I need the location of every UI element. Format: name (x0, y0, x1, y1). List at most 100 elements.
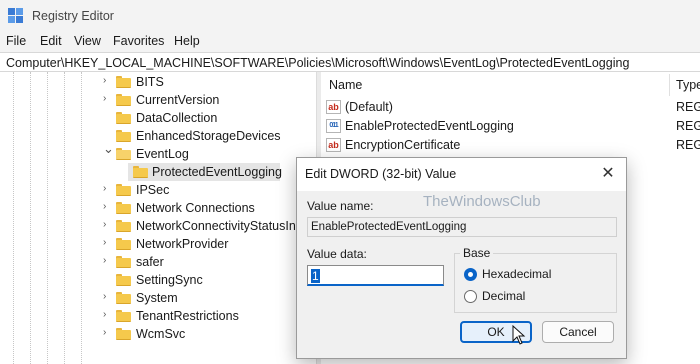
chevron-right-icon[interactable]: › (103, 310, 111, 320)
chevron-right-icon[interactable]: › (103, 184, 111, 194)
menu-help[interactable]: Help (174, 34, 200, 48)
column-header-type[interactable]: Type (676, 78, 700, 92)
chevron-right-icon[interactable]: › (103, 220, 111, 230)
tree-guide-line (30, 72, 31, 364)
value-name-label: Value name: (307, 199, 374, 213)
menu-view[interactable]: View (74, 34, 101, 48)
tree-item[interactable]: ProtectedEventLogging (128, 163, 282, 181)
tree-item[interactable]: › System (100, 289, 316, 307)
tree-item-label[interactable]: Network Connections (136, 201, 255, 215)
hexadecimal-radio[interactable] (464, 268, 477, 281)
tree-item[interactable]: › BITS (100, 73, 316, 91)
registry-tree[interactable]: › BITS › CurrentVersion DataCollection Enhanc… (0, 72, 316, 364)
chevron-right-icon[interactable]: › (103, 76, 111, 86)
folder-open-icon (116, 148, 131, 160)
folder-icon (116, 130, 131, 142)
value-data-text[interactable]: 1 (311, 269, 320, 283)
folder-icon (116, 256, 131, 268)
list-item[interactable]: ab EncryptionCertificate REG_ (321, 136, 700, 154)
list-item[interactable]: ab (Default) REG_ (321, 98, 700, 116)
menu-file[interactable]: File (6, 34, 26, 48)
tree-item-label[interactable]: BITS (136, 75, 164, 89)
tree-item-label[interactable]: EventLog (136, 147, 189, 161)
close-icon[interactable]: ✕ (596, 162, 620, 186)
column-separator[interactable] (669, 74, 670, 96)
tree-guide-line (81, 72, 82, 364)
decimal-radio[interactable] (464, 290, 477, 303)
menu-edit[interactable]: Edit (40, 34, 62, 48)
folder-icon (116, 292, 131, 304)
tree-item-label[interactable]: SettingSync (136, 273, 203, 287)
tree-item[interactable]: › NetworkConnectivityStatusInd (100, 217, 316, 235)
tree-item-label[interactable]: TenantRestrictions (136, 309, 239, 323)
folder-icon (116, 238, 131, 250)
hexadecimal-label[interactable]: Hexadecimal (482, 267, 551, 281)
chevron-down-icon[interactable]: ⌄ (103, 142, 114, 155)
decimal-label[interactable]: Decimal (482, 289, 525, 303)
chevron-right-icon[interactable]: › (103, 256, 111, 266)
value-data-field[interactable]: 1 (307, 265, 444, 286)
value-name[interactable]: EncryptionCertificate (345, 138, 460, 152)
tree-item-label[interactable]: DataCollection (136, 111, 217, 125)
tree-item-label[interactable]: safer (136, 255, 164, 269)
value-type: REG_ (676, 138, 700, 152)
value-name[interactable]: (Default) (345, 100, 393, 114)
list-item[interactable]: 011 EnableProtectedEventLogging REG_ (321, 117, 700, 135)
tree-item[interactable]: › WcmSvc (100, 325, 316, 343)
folder-icon (116, 310, 131, 322)
mouse-pointer-icon (512, 325, 526, 345)
tree-item-label[interactable]: CurrentVersion (136, 93, 219, 107)
base-group: Base Hexadecimal Decimal (454, 246, 617, 313)
tree-item[interactable]: › IPSec (100, 181, 316, 199)
folder-icon (116, 202, 131, 214)
tree-item[interactable]: EnhancedStorageDevices (100, 127, 316, 145)
watermark-text: TheWindowsClub (423, 193, 541, 210)
tree-guide-line (64, 72, 65, 364)
tree-item-label[interactable]: ProtectedEventLogging (152, 165, 282, 179)
tree-item-label[interactable]: WcmSvc (136, 327, 185, 341)
value-name[interactable]: EnableProtectedEventLogging (345, 119, 514, 133)
tree-item-label[interactable]: System (136, 291, 178, 305)
tree-item-label[interactable]: EnhancedStorageDevices (136, 129, 281, 143)
title-bar[interactable]: Registry Editor (0, 0, 700, 32)
edit-dword-dialog: Edit DWORD (32-bit) Value ✕ Value name: … (296, 157, 627, 359)
registry-editor-icon (8, 8, 24, 24)
folder-icon (133, 166, 148, 178)
tree-item[interactable]: › safer (100, 253, 316, 271)
menu-bar: File Edit View Favorites Help (0, 32, 700, 52)
tree-item[interactable]: › Network Connections (100, 199, 316, 217)
chevron-right-icon[interactable]: › (103, 328, 111, 338)
window-title: Registry Editor (32, 9, 114, 23)
folder-icon (116, 274, 131, 286)
cancel-button[interactable]: Cancel (542, 321, 614, 343)
value-type: REG_ (676, 119, 700, 133)
base-label: Base (460, 246, 494, 260)
chevron-right-icon[interactable]: › (103, 202, 111, 212)
tree-item[interactable]: › NetworkProvider (100, 235, 316, 253)
value-type: REG_ (676, 100, 700, 114)
folder-icon (116, 184, 131, 196)
value-data-label: Value data: (307, 247, 367, 261)
menu-favorites[interactable]: Favorites (113, 34, 164, 48)
string-value-icon: ab (326, 138, 341, 152)
tree-item[interactable]: SettingSync (100, 271, 316, 289)
address-bar[interactable]: Computer\HKEY_LOCAL_MACHINE\SOFTWARE\Pol… (0, 52, 700, 72)
tree-item-label[interactable]: NetworkConnectivityStatusInd (136, 219, 303, 233)
chevron-right-icon[interactable]: › (103, 94, 111, 104)
tree-item[interactable]: › TenantRestrictions (100, 307, 316, 325)
chevron-right-icon[interactable]: › (103, 292, 111, 302)
value-name-field: EnableProtectedEventLogging (307, 217, 617, 237)
folder-icon (116, 220, 131, 232)
column-header-name[interactable]: Name (329, 78, 362, 92)
tree-item[interactable]: DataCollection (100, 109, 316, 127)
folder-icon (116, 94, 131, 106)
folder-icon (116, 76, 131, 88)
tree-item-label[interactable]: NetworkProvider (136, 237, 228, 251)
dialog-body: Value name: EnableProtectedEventLogging … (297, 191, 626, 358)
address-path[interactable]: Computer\HKEY_LOCAL_MACHINE\SOFTWARE\Pol… (6, 56, 629, 70)
tree-item[interactable]: › CurrentVersion (100, 91, 316, 109)
tree-item-label[interactable]: IPSec (136, 183, 169, 197)
folder-icon (116, 328, 131, 340)
tree-item[interactable]: ⌄ EventLog (100, 142, 316, 163)
chevron-right-icon[interactable]: › (103, 238, 111, 248)
